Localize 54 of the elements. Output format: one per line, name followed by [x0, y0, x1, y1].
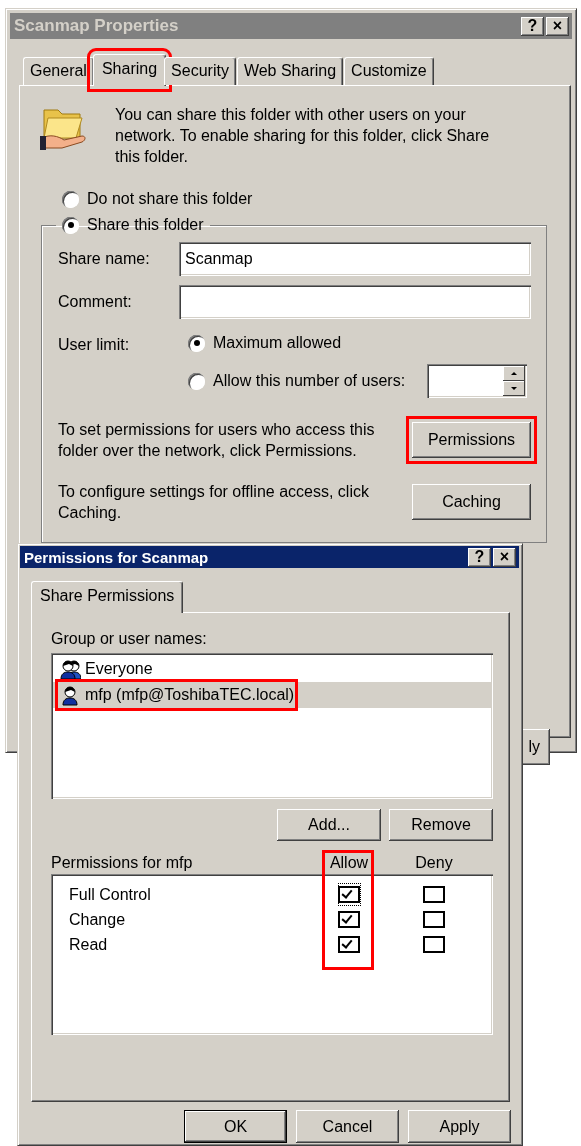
checkbox[interactable] — [422, 908, 446, 931]
cancel-button[interactable]: Cancel — [296, 1110, 399, 1143]
radio-button[interactable] — [62, 190, 79, 208]
radio-button[interactable] — [188, 372, 205, 390]
checkbox[interactable] — [337, 933, 361, 956]
instruction-text: To set permissions for users who access this folder over the network, click Permissions. — [58, 420, 376, 461]
user-name: Everyone — [85, 660, 153, 678]
user-name: mfp (mfp@ToshibaTEC.local) — [85, 686, 295, 704]
help-button[interactable]: ? — [468, 547, 491, 567]
caching-button[interactable]: Caching — [412, 484, 531, 520]
tab[interactable]: General — [23, 57, 94, 85]
checkbox[interactable] — [422, 883, 446, 906]
window-title: Permissions for Scanmap — [24, 548, 209, 566]
list-item[interactable]: mfp (mfp@ToshibaTEC.local) — [53, 682, 491, 708]
tab[interactable]: Web Sharing — [236, 57, 344, 85]
apply-button[interactable]: Apply — [408, 1110, 511, 1143]
checkbox[interactable] — [337, 883, 361, 906]
remove-button[interactable]: Remove — [389, 809, 493, 841]
checkbox[interactable] — [337, 908, 361, 931]
close-button[interactable]: × — [546, 16, 569, 36]
share-name-field[interactable]: Scanmap — [179, 242, 531, 276]
close-button[interactable]: × — [493, 547, 516, 567]
instruction-text: To configure settings for offline access, click Caching. — [58, 482, 370, 523]
radio-label: Share this folder — [87, 216, 204, 234]
permission-name: Read — [68, 935, 109, 954]
help-button[interactable]: ? — [521, 16, 544, 36]
ok-button[interactable]: OK — [184, 1110, 287, 1143]
tab[interactable]: Customize — [344, 57, 434, 85]
list-label: Permissions for mfp — [51, 854, 194, 872]
group-icon — [59, 658, 81, 680]
description-text: You can share this folder with other users on your network. To enable sharing for this folder, click Share this folder. — [115, 105, 491, 167]
tab[interactable]: Security — [164, 57, 236, 85]
column-header: Allow — [329, 854, 369, 872]
comment-field[interactable] — [179, 285, 531, 319]
radio-button[interactable] — [188, 334, 205, 352]
list-item[interactable]: Everyone — [53, 656, 491, 682]
list-label: Group or user names: — [51, 630, 208, 648]
field-label: User limit: — [58, 335, 131, 355]
window-title: Scanmap Properties — [14, 16, 179, 36]
permission-name: Full Control — [68, 885, 152, 904]
field-label: Share name: — [58, 250, 151, 268]
checkbox[interactable] — [422, 933, 446, 956]
permissions-button[interactable]: Permissions — [412, 422, 531, 458]
tab[interactable]: Share Permissions — [31, 581, 184, 613]
radio-button[interactable] — [62, 216, 79, 234]
permission-name: Change — [68, 910, 127, 929]
radio-label: Allow this number of users: — [213, 372, 406, 390]
field-label: Comment: — [58, 293, 133, 311]
user-icon — [59, 684, 81, 706]
number-spinner[interactable] — [427, 364, 528, 398]
column-header: Deny — [415, 854, 453, 872]
radio-label: Do not share this folder — [87, 190, 253, 208]
add-button[interactable]: Add... — [277, 809, 381, 841]
radio-label: Maximum allowed — [213, 334, 342, 352]
